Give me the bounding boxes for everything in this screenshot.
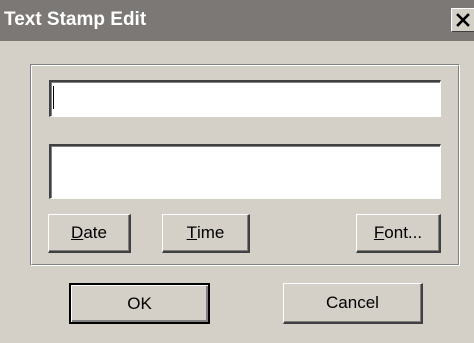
ok-button[interactable]: OK [69,283,210,324]
time-button[interactable]: Time [162,214,250,253]
font-button[interactable]: Font... [356,214,441,253]
text-caret [53,86,54,109]
font-button-mnemonic: F [373,223,385,242]
title-bar[interactable]: Text Stamp Edit [0,0,474,41]
stamp-text-line2-input[interactable] [49,144,441,199]
stamp-text-line1-input[interactable] [49,80,441,117]
time-button-label: ime [196,223,225,242]
window-title: Text Stamp Edit [4,9,147,30]
text-stamp-edit-dialog: Text Stamp Edit Date Time Font... OK Can… [0,0,474,343]
cancel-button[interactable]: Cancel [283,283,423,324]
date-button-mnemonic: D [71,223,84,242]
time-button-mnemonic: T [186,223,197,242]
close-icon [456,13,470,27]
close-button[interactable] [451,8,474,32]
date-button[interactable]: Date [48,214,131,253]
font-button-label: ont... [384,223,423,242]
date-button-label: ate [83,223,107,242]
